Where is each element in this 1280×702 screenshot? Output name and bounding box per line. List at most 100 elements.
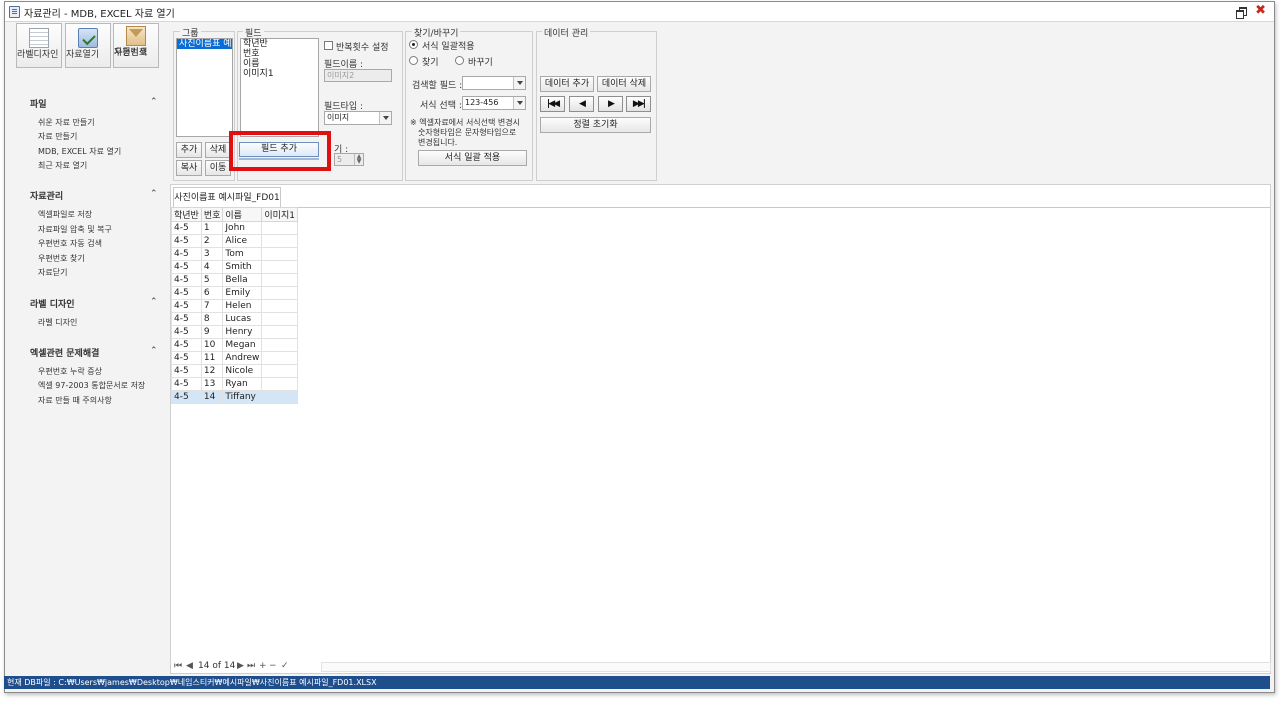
group-move-button[interactable]: 이동	[205, 160, 231, 176]
format-select[interactable]: 123-456	[462, 96, 526, 110]
table-cell[interactable]: Henry	[222, 325, 263, 339]
table-cell[interactable]: 7	[200, 299, 224, 313]
table-cell[interactable]: 3	[200, 247, 224, 261]
table-row[interactable]: 4-5 4 Smith	[171, 260, 298, 274]
sort-reset-button[interactable]: 정렬 초기화	[540, 117, 651, 133]
table-cell[interactable]	[261, 377, 298, 391]
table-cell[interactable]: 4-5	[171, 390, 202, 404]
table-row[interactable]: 4-5 5 Bella	[171, 273, 298, 287]
nav-item-postal-missing[interactable]: 우편번호 누락 증상	[38, 366, 102, 377]
group-list-item[interactable]: 사진이름표 예	[177, 39, 232, 49]
nav-item-label-design[interactable]: 라벨 디자인	[38, 317, 77, 328]
table-cell[interactable]: 5	[200, 273, 224, 287]
horizontal-scrollbar[interactable]	[321, 662, 1271, 672]
collapse-chevron-icon[interactable]: ⌃	[150, 297, 158, 307]
document-tab[interactable]: 사진이름표 예시파일_FD01	[173, 187, 281, 207]
nav-section-label[interactable]: 라벨 디자인	[30, 297, 75, 310]
pager-confirm-icon[interactable]: ✓	[281, 661, 289, 671]
table-cell[interactable]	[261, 247, 298, 261]
data-grid[interactable]: 학년반 번호 이름 이미지1 4-5 1 John 4-5 2 Alice 4-5 3 Tom 4…	[171, 207, 298, 404]
table-cell[interactable]: 12	[200, 364, 224, 378]
nav-item-save-excel[interactable]: 엑셀파일로 저장	[38, 209, 92, 220]
table-cell[interactable]: 4-5	[171, 364, 202, 378]
table-row[interactable]: 4-5 1 John	[171, 221, 298, 235]
collapse-chevron-icon[interactable]: ⌃	[150, 97, 158, 107]
table-cell[interactable]: 9	[200, 325, 224, 339]
table-cell[interactable]	[261, 351, 298, 365]
table-cell[interactable]: Smith	[222, 260, 263, 274]
nav-section-data[interactable]: 자료관리	[30, 189, 63, 202]
apply-format-button[interactable]: 서식 일괄 적용	[418, 150, 527, 166]
table-row[interactable]: 4-5 12 Nicole	[171, 364, 298, 378]
table-cell[interactable]: 4-5	[171, 286, 202, 300]
nav-item-compress[interactable]: 자료파일 압축 및 복구	[38, 224, 112, 235]
table-cell[interactable]: 14	[200, 390, 224, 404]
table-cell[interactable]: 2	[200, 234, 224, 248]
column-header[interactable]: 번호	[200, 207, 224, 222]
nav-item-postal-find[interactable]: 우편번호 찾기	[38, 253, 85, 264]
nav-item-postal-auto[interactable]: 우편번호 자동 검색	[38, 238, 102, 249]
table-cell[interactable]: 4-5	[171, 338, 202, 352]
field-list-item[interactable]: 이미지1	[241, 69, 318, 79]
table-row[interactable]: 4-5 11 Andrew	[171, 351, 298, 365]
postal-search-button[interactable]: 우편번호 자동검색	[113, 23, 159, 68]
table-cell[interactable]: 4-5	[171, 299, 202, 313]
field-type-select[interactable]: 이미지	[324, 111, 392, 125]
table-cell[interactable]: John	[222, 221, 263, 235]
prev-record-button[interactable]: ◀	[569, 96, 594, 112]
nav-item-save-97[interactable]: 엑셀 97-2003 통합문서로 저장	[38, 380, 145, 391]
collapse-chevron-icon[interactable]: ⌃	[150, 189, 158, 199]
data-add-button[interactable]: 데이터 추가	[540, 76, 594, 92]
column-header[interactable]: 이미지1	[261, 207, 298, 222]
pager-next-icon[interactable]: ▶	[237, 661, 244, 671]
field-name-input[interactable]: 이미지2	[324, 69, 392, 82]
table-cell[interactable]: Andrew	[222, 351, 263, 365]
find-radio[interactable]	[409, 56, 418, 65]
nav-item-create[interactable]: 자료 만들기	[38, 131, 77, 142]
table-cell[interactable]: 11	[200, 351, 224, 365]
table-cell[interactable]: 10	[200, 338, 224, 352]
label-design-button[interactable]: 라벨디자인	[16, 23, 62, 68]
table-cell[interactable]: Bella	[222, 273, 263, 287]
group-delete-button[interactable]: 삭제	[205, 142, 231, 158]
table-cell[interactable]: 4	[200, 260, 224, 274]
table-cell[interactable]: 4-5	[171, 325, 202, 339]
table-cell[interactable]: Megan	[222, 338, 263, 352]
table-cell[interactable]	[261, 364, 298, 378]
nav-section-file[interactable]: 파일	[30, 97, 47, 110]
collapse-chevron-icon[interactable]: ⌃	[150, 346, 158, 356]
table-cell[interactable]: Alice	[222, 234, 263, 248]
open-data-button[interactable]: 자료열기	[65, 23, 111, 68]
table-cell[interactable]: 4-5	[171, 312, 202, 326]
table-cell[interactable]: Nicole	[222, 364, 263, 378]
group-copy-button[interactable]: 복사	[176, 160, 202, 176]
table-cell[interactable]: Helen	[222, 299, 263, 313]
replace-radio[interactable]	[455, 56, 464, 65]
next-record-button[interactable]: ▶	[598, 96, 623, 112]
table-row[interactable]: 4-5 8 Lucas	[171, 312, 298, 326]
table-cell[interactable]	[261, 273, 298, 287]
table-cell[interactable]: 4-5	[171, 221, 202, 235]
table-cell[interactable]: 13	[200, 377, 224, 391]
table-cell[interactable]: Tom	[222, 247, 263, 261]
pager-first-icon[interactable]: ⏮	[174, 661, 182, 671]
nav-item-easy-create[interactable]: 쉬운 자료 만들기	[38, 117, 95, 128]
pager-prev-icon[interactable]: ◀	[186, 661, 193, 671]
table-row[interactable]: 4-5 6 Emily	[171, 286, 298, 300]
pager-remove-icon[interactable]: −	[269, 661, 277, 671]
table-cell[interactable]	[261, 260, 298, 274]
table-cell[interactable]	[261, 325, 298, 339]
table-cell[interactable]: Lucas	[222, 312, 263, 326]
table-cell[interactable]	[261, 221, 298, 235]
search-field-select[interactable]	[462, 76, 526, 90]
repeat-checkbox[interactable]	[324, 41, 333, 50]
table-row[interactable]: 4-5 10 Megan	[171, 338, 298, 352]
table-row[interactable]: 4-5 3 Tom	[171, 247, 298, 261]
table-row[interactable]: 4-5 7 Helen	[171, 299, 298, 313]
table-cell[interactable]: 4-5	[171, 234, 202, 248]
close-button[interactable]: ✖	[1255, 4, 1266, 18]
table-cell[interactable]: 4-5	[171, 377, 202, 391]
column-header[interactable]: 학년반	[171, 207, 202, 222]
table-cell[interactable]: 4-5	[171, 247, 202, 261]
column-header[interactable]: 이름	[222, 207, 263, 222]
